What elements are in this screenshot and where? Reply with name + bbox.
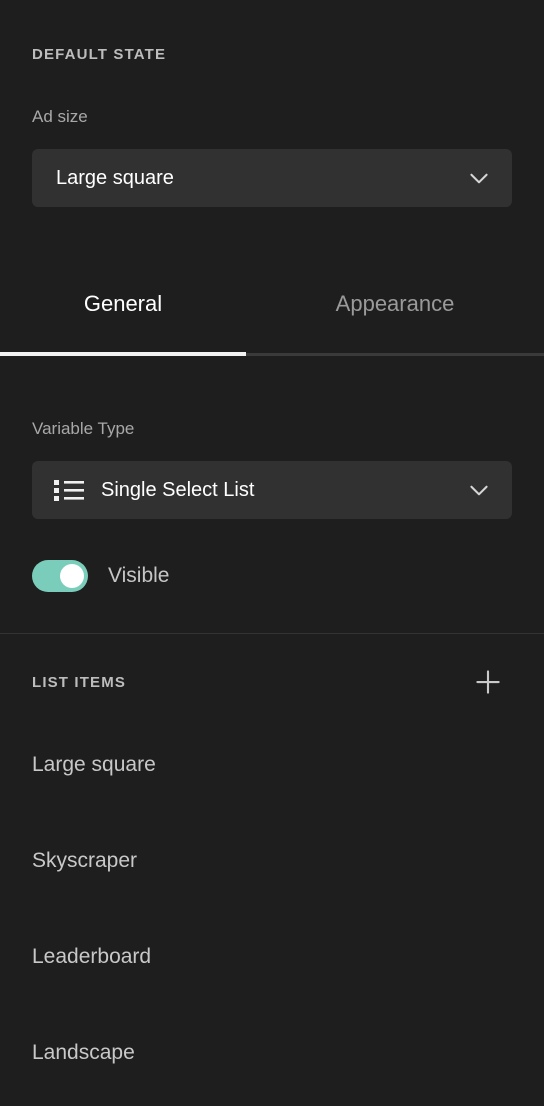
plus-icon bbox=[473, 667, 503, 702]
list-items-section-header: LIST ITEMS bbox=[32, 674, 126, 691]
section-divider bbox=[0, 633, 544, 634]
bulleted-list-icon bbox=[54, 477, 84, 503]
visible-toggle-switch[interactable] bbox=[32, 560, 88, 592]
ad-size-selected-value: Large square bbox=[56, 166, 174, 189]
settings-tabs: General Appearance bbox=[0, 272, 544, 356]
list-item[interactable]: Landscape bbox=[32, 1041, 512, 1065]
tab-appearance[interactable]: Appearance bbox=[246, 272, 544, 352]
toggle-knob bbox=[60, 564, 84, 588]
variable-type-label: Variable Type bbox=[32, 419, 135, 438]
chevron-down-icon bbox=[462, 161, 496, 195]
visible-toggle-label: Visible bbox=[108, 564, 170, 587]
ad-size-dropdown[interactable]: Large square bbox=[32, 149, 512, 207]
properties-panel: DEFAULT STATE Ad size Large square Gener… bbox=[0, 0, 544, 1106]
ad-size-label: Ad size bbox=[32, 107, 88, 126]
default-state-section-header: DEFAULT STATE bbox=[32, 46, 167, 63]
list-item[interactable]: Leaderboard bbox=[32, 945, 512, 969]
variable-type-selected-value: Single Select List bbox=[101, 478, 255, 501]
list-item[interactable]: Large square bbox=[32, 753, 512, 777]
visible-toggle-row[interactable]: Visible bbox=[32, 560, 169, 592]
variable-type-dropdown[interactable]: Single Select List bbox=[32, 461, 512, 519]
chevron-down-icon bbox=[462, 473, 496, 507]
list-item[interactable]: Skyscraper bbox=[32, 849, 512, 873]
tab-active-indicator bbox=[0, 352, 246, 356]
tab-general[interactable]: General bbox=[0, 272, 246, 352]
add-list-item-button[interactable] bbox=[468, 664, 508, 704]
